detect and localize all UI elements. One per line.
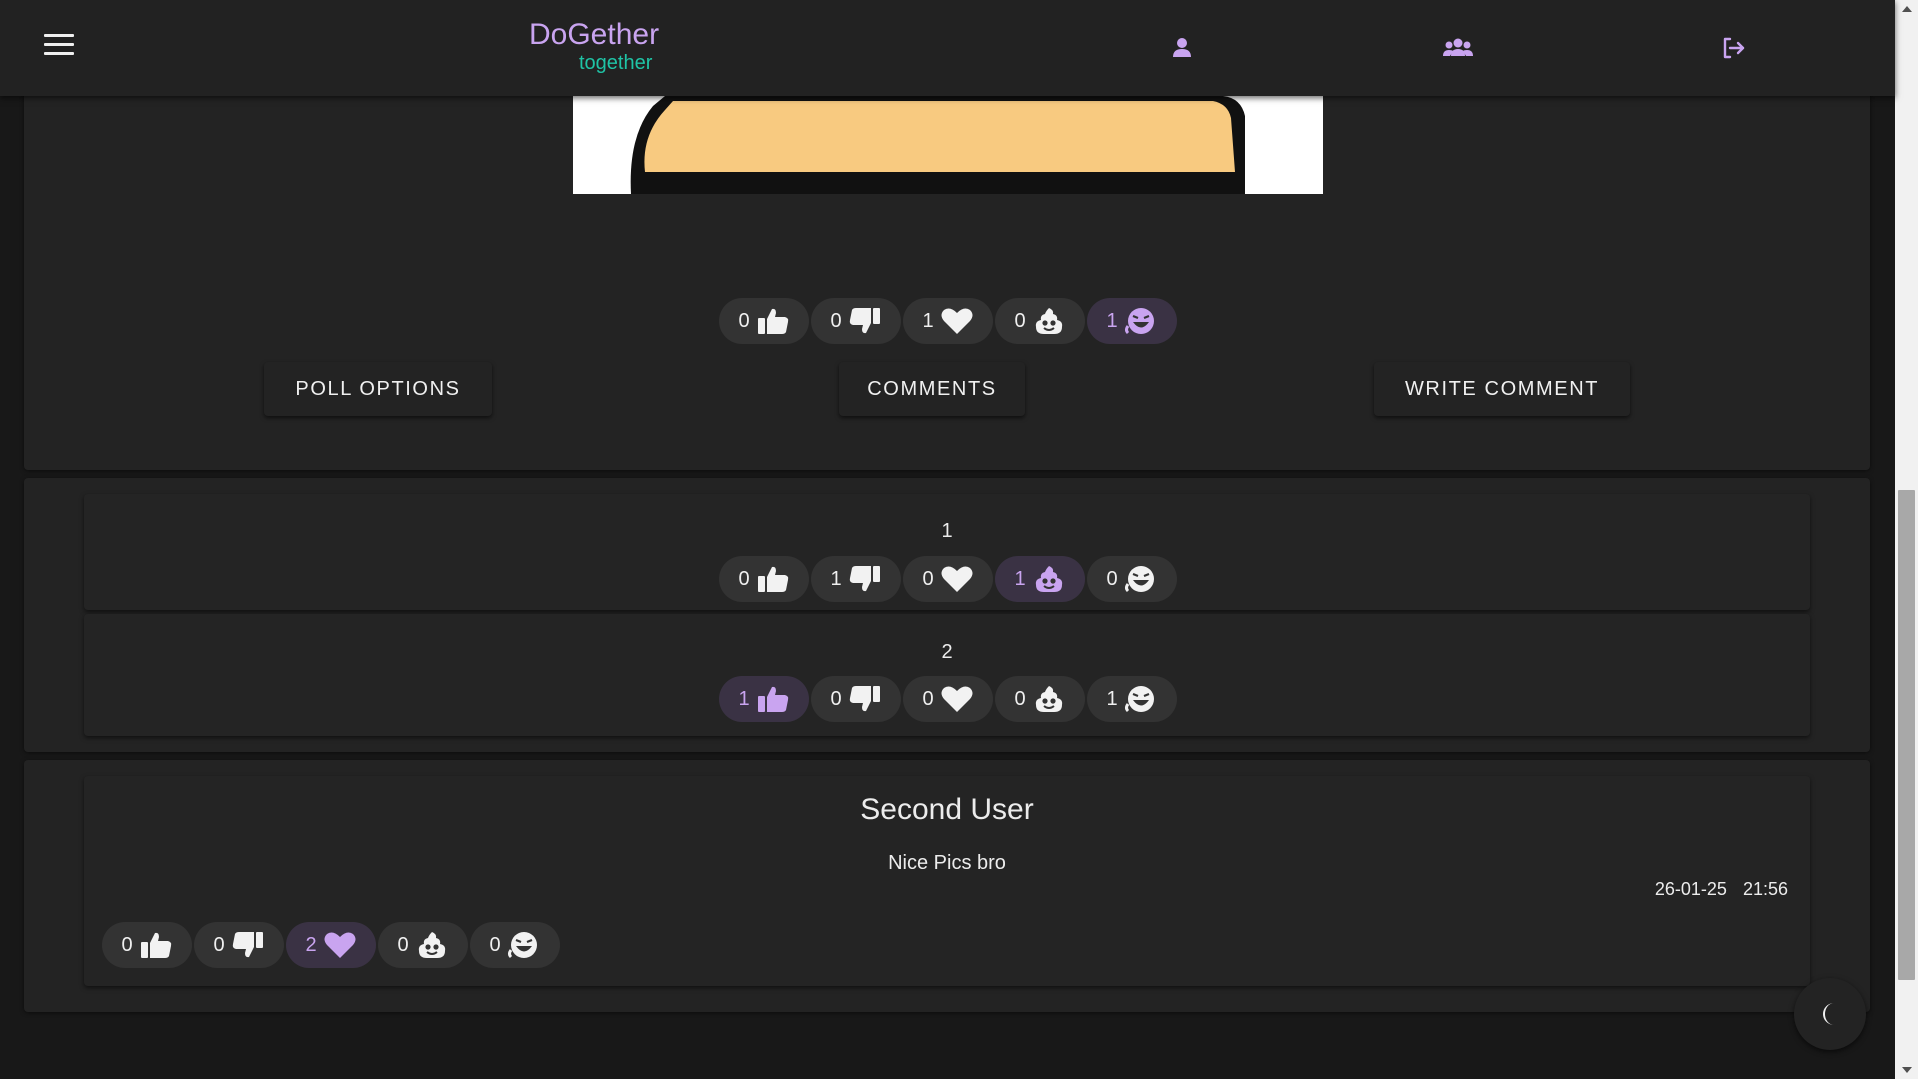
poll-option-label: 2	[941, 641, 953, 663]
option-2-reaction-heart[interactable]: 0	[903, 676, 993, 722]
reaction-count: 0	[121, 933, 133, 956]
reaction-count: 0	[738, 567, 750, 590]
poll-options-button[interactable]: POLL OPTIONS	[264, 362, 492, 416]
post-reaction-laugh[interactable]: 1	[1087, 298, 1177, 344]
thumbs-down-icon	[848, 564, 882, 594]
reaction-count: 0	[489, 933, 501, 956]
laugh-icon	[1124, 684, 1158, 714]
reaction-count: 0	[1014, 687, 1026, 710]
poll-option-reactions: 0 1 0 1 0	[719, 556, 1177, 602]
option-1-reaction-laugh[interactable]: 0	[1087, 556, 1177, 602]
reaction-count: 1	[1106, 309, 1118, 332]
thumbs-up-icon	[756, 684, 790, 714]
comment-time: 21:56	[1742, 879, 1788, 899]
option-2-reaction-thumbs-down[interactable]: 0	[811, 676, 901, 722]
app-header: DoGether together	[0, 0, 1895, 96]
scroll-thumb[interactable]	[1898, 490, 1915, 980]
option-2-reaction-laugh[interactable]: 1	[1087, 676, 1177, 722]
comment-reactions: 0 0 2 0 0	[102, 922, 560, 968]
comment-text: Nice Pics bro	[888, 852, 1006, 874]
comment-timestamp: 26-01-25 21:56	[1620, 879, 1788, 900]
app-subtitle: together	[579, 52, 653, 74]
post-reaction-thumbs-up[interactable]: 0	[719, 298, 809, 344]
heart-icon	[940, 306, 974, 336]
reaction-count: 1	[830, 567, 842, 590]
option-1-reaction-heart[interactable]: 0	[903, 556, 993, 602]
comment-reaction-heart[interactable]: 2	[286, 922, 376, 968]
comment-date: 26-01-25	[1654, 879, 1727, 899]
menu-icon[interactable]	[44, 34, 74, 60]
comment-author: Second User	[860, 793, 1034, 826]
option-1-reaction-thumbs-up[interactable]: 0	[719, 556, 809, 602]
post-reaction-poop[interactable]: 0	[995, 298, 1085, 344]
post-reactions: 0 0 1 0 1	[719, 298, 1177, 344]
reaction-count: 2	[305, 933, 317, 956]
laugh-icon	[1124, 564, 1158, 594]
option-1-reaction-poop[interactable]: 1	[995, 556, 1085, 602]
thumbs-up-icon	[756, 564, 790, 594]
comment-reaction-thumbs-up[interactable]: 0	[102, 922, 192, 968]
post-reaction-thumbs-down[interactable]: 0	[811, 298, 901, 344]
poop-icon	[1032, 564, 1066, 594]
thumbs-up-icon	[139, 930, 173, 960]
reaction-count: 1	[1106, 687, 1118, 710]
moon-icon	[1823, 1003, 1834, 1025]
thumbs-down-icon	[848, 306, 882, 336]
reaction-count: 0	[922, 687, 934, 710]
heart-icon	[940, 684, 974, 714]
poll-option-reactions: 1 0 0 0 1	[719, 676, 1177, 722]
heart-icon	[940, 564, 974, 594]
heart-icon	[323, 930, 357, 960]
option-2-reaction-poop[interactable]: 0	[995, 676, 1085, 722]
scroll-up-icon[interactable]	[1902, 6, 1912, 12]
comments-button[interactable]: COMMENTS	[839, 362, 1025, 416]
write-comment-button[interactable]: WRITE COMMENT	[1374, 362, 1630, 416]
option-1-reaction-thumbs-down[interactable]: 1	[811, 556, 901, 602]
app-title: DoGether	[529, 18, 660, 51]
laugh-icon	[507, 930, 541, 960]
poll-option-label: 1	[941, 520, 953, 542]
reaction-count: 0	[738, 309, 750, 332]
comment-reaction-thumbs-down[interactable]: 0	[194, 922, 284, 968]
thumbs-down-icon	[231, 930, 265, 960]
comment-reaction-poop[interactable]: 0	[378, 922, 468, 968]
scrollbar[interactable]	[1895, 0, 1918, 1079]
reaction-count: 0	[397, 933, 409, 956]
post-image	[573, 96, 1323, 194]
scroll-down-icon[interactable]	[1902, 1067, 1912, 1073]
reaction-count: 0	[830, 309, 842, 332]
poop-icon	[1032, 306, 1066, 336]
reaction-count: 0	[213, 933, 225, 956]
post-reaction-heart[interactable]: 1	[903, 298, 993, 344]
brand[interactable]: DoGether together	[529, 18, 659, 74]
poop-icon	[415, 930, 449, 960]
reaction-count: 0	[1106, 567, 1118, 590]
reaction-count: 1	[922, 309, 934, 332]
users-icon[interactable]	[1442, 34, 1474, 62]
reaction-count: 1	[1014, 567, 1026, 590]
logout-icon[interactable]	[1719, 34, 1747, 62]
option-2-reaction-thumbs-up[interactable]: 1	[719, 676, 809, 722]
theme-toggle-button[interactable]	[1794, 978, 1866, 1050]
poop-icon	[1032, 684, 1066, 714]
thumbs-up-icon	[756, 306, 790, 336]
reaction-count: 0	[922, 567, 934, 590]
laugh-icon	[1124, 306, 1158, 336]
reaction-count: 0	[830, 687, 842, 710]
comment-reaction-laugh[interactable]: 0	[470, 922, 560, 968]
thumbs-down-icon	[848, 684, 882, 714]
reaction-count: 1	[738, 687, 750, 710]
reaction-count: 0	[1014, 309, 1026, 332]
user-icon[interactable]	[1168, 34, 1196, 62]
